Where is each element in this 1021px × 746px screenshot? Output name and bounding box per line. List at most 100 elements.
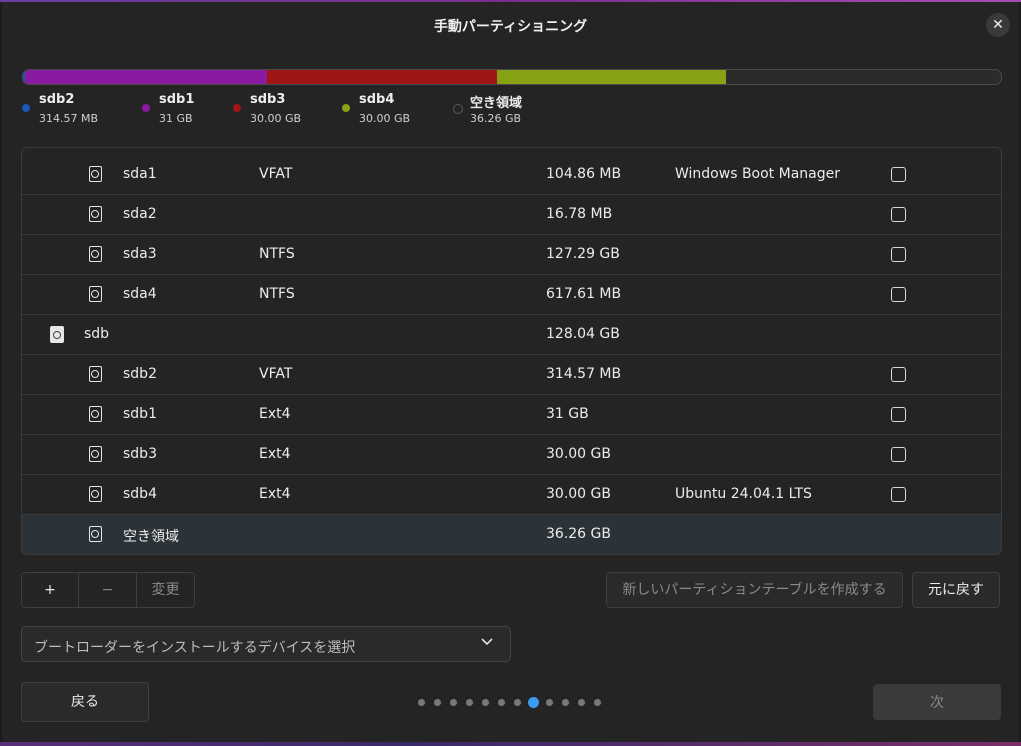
partition-usage-bar — [22, 69, 1002, 85]
partition-icon — [89, 486, 102, 502]
partition-row[interactable]: sdb4 Ext4 30.00 GB Ubuntu 24.04.1 LTS — [22, 475, 1001, 515]
partition-row[interactable]: sdb2 VFAT 314.57 MB — [22, 355, 1001, 395]
back-button[interactable]: 戻る — [21, 682, 149, 722]
partition-row[interactable]: sda1 VFAT 104.86 MB Windows Boot Manager — [22, 155, 1001, 195]
format-checkbox[interactable] — [891, 287, 906, 302]
partition-row[interactable]: sdb 128.04 GB — [22, 315, 1001, 355]
format-checkbox[interactable] — [891, 487, 906, 502]
step-dot — [466, 699, 473, 706]
partition-row[interactable]: sda2 16.78 MB — [22, 195, 1001, 235]
partition-edit-buttons: + − 変更 — [21, 572, 195, 608]
format-checkbox[interactable] — [891, 407, 906, 422]
partition-icon — [89, 246, 102, 262]
step-dot — [498, 699, 505, 706]
partition-device-name: sdb — [84, 326, 110, 342]
step-dot — [514, 699, 521, 706]
legend-color-swatch — [142, 104, 150, 112]
partition-icon — [89, 406, 102, 422]
partition-filesystem: Ext4 — [259, 446, 291, 462]
partition-size: 30.00 GB — [546, 446, 611, 462]
partition-device-name: sdb2 — [123, 366, 157, 382]
bootloader-device-select[interactable]: ブートローダーをインストールするデバイスを選択 — [21, 626, 511, 662]
partition-device-name: sda4 — [123, 286, 157, 302]
add-partition-button[interactable]: + — [22, 573, 78, 607]
partition-row[interactable]: sdb3 Ext4 30.00 GB — [22, 435, 1001, 475]
partition-size: 104.86 MB — [546, 166, 622, 182]
step-dot — [418, 699, 425, 706]
partition-icon — [89, 526, 102, 542]
partition-filesystem: NTFS — [259, 286, 295, 302]
partition-size: 127.29 GB — [546, 246, 620, 262]
usage-segment-sdb3 — [267, 70, 498, 84]
legend-partition-name: sdb3 — [250, 92, 286, 107]
partition-device-name: sda2 — [123, 206, 157, 222]
partition-icon — [89, 366, 102, 382]
legend-partition-size: 31 GB — [159, 112, 193, 125]
dialog-title: 手動パーティショニング — [433, 19, 588, 35]
partition-device-name: sda3 — [123, 246, 157, 262]
step-dot — [546, 699, 553, 706]
step-dot — [450, 699, 457, 706]
usage-segment-sdb1 — [25, 70, 268, 84]
legend-partition-name: sdb2 — [39, 92, 75, 107]
next-button[interactable]: 次 — [873, 684, 1001, 720]
partition-size: 314.57 MB — [546, 366, 622, 382]
new-partition-table-button[interactable]: 新しいパーティションテーブルを作成する — [606, 572, 903, 608]
legend-partition-size: 30.00 GB — [359, 112, 411, 125]
partition-size: 128.04 GB — [546, 326, 620, 342]
partition-filesystem: Ext4 — [259, 406, 291, 422]
legend-color-swatch — [22, 104, 30, 112]
legend-color-swatch — [342, 104, 350, 112]
step-dot — [578, 699, 585, 706]
partition-row[interactable]: 空き領域 36.26 GB — [22, 515, 1001, 554]
partition-size: 36.26 GB — [546, 526, 611, 542]
partition-system: Windows Boot Manager — [675, 166, 840, 182]
window-border-bottom — [0, 742, 1021, 746]
partition-device-name: sdb1 — [123, 406, 157, 422]
partition-row[interactable]: sda4 NTFS 617.61 MB — [22, 275, 1001, 315]
manual-partitioning-dialog: 手動パーティショニング ✕ sdb2 314.57 MB sdb1 31 GB sdb3… — [2, 2, 1019, 742]
legend-partition-size: 314.57 MB — [39, 112, 99, 125]
partition-table[interactable]: sda1 VFAT 104.86 MB Windows Boot Manager sda… — [21, 147, 1002, 555]
partition-filesystem: VFAT — [259, 166, 293, 182]
remove-partition-button[interactable]: − — [78, 573, 136, 607]
step-dot — [482, 699, 489, 706]
partition-size: 617.61 MB — [546, 286, 622, 302]
legend-partition-name: sdb4 — [359, 92, 395, 107]
close-icon: ✕ — [992, 17, 1004, 33]
partition-icon — [89, 286, 102, 302]
revert-button[interactable]: 元に戻す — [912, 572, 1000, 608]
bootloader-select-placeholder: ブートローダーをインストールするデバイスを選択 — [34, 640, 356, 656]
partition-icon — [89, 166, 102, 182]
legend-color-swatch — [453, 104, 463, 114]
legend-partition-name: sdb1 — [159, 92, 195, 107]
format-checkbox[interactable] — [891, 447, 906, 462]
legend-color-swatch — [233, 104, 241, 112]
partition-device-name: sda1 — [123, 166, 157, 182]
partition-row[interactable]: sdb1 Ext4 31 GB — [22, 395, 1001, 435]
partition-row[interactable]: sda3 NTFS 127.29 GB — [22, 235, 1001, 275]
step-dot — [562, 699, 569, 706]
format-checkbox[interactable] — [891, 247, 906, 262]
format-checkbox[interactable] — [891, 207, 906, 222]
chevron-down-icon — [481, 638, 493, 646]
partition-device-name: sdb3 — [123, 446, 157, 462]
partition-system: Ubuntu 24.04.1 LTS — [675, 486, 812, 502]
close-button[interactable]: ✕ — [986, 13, 1010, 37]
partition-icon — [89, 446, 102, 462]
step-dot — [594, 699, 601, 706]
partition-filesystem: VFAT — [259, 366, 293, 382]
format-checkbox[interactable] — [891, 167, 906, 182]
partition-size: 16.78 MB — [546, 206, 613, 222]
change-partition-button[interactable]: 変更 — [136, 573, 194, 607]
legend-partition-name: 空き領域 — [470, 96, 523, 111]
partition-filesystem: NTFS — [259, 246, 295, 262]
step-dot — [434, 699, 441, 706]
format-checkbox[interactable] — [891, 367, 906, 382]
partition-icon — [89, 206, 102, 222]
usage-segment-sdb4 — [497, 70, 726, 84]
partition-device-name: sdb4 — [123, 486, 157, 502]
partition-size: 30.00 GB — [546, 486, 611, 502]
title-bar: 手動パーティショニング ✕ — [2, 2, 1019, 48]
legend-partition-size: 36.26 GB — [470, 112, 522, 125]
